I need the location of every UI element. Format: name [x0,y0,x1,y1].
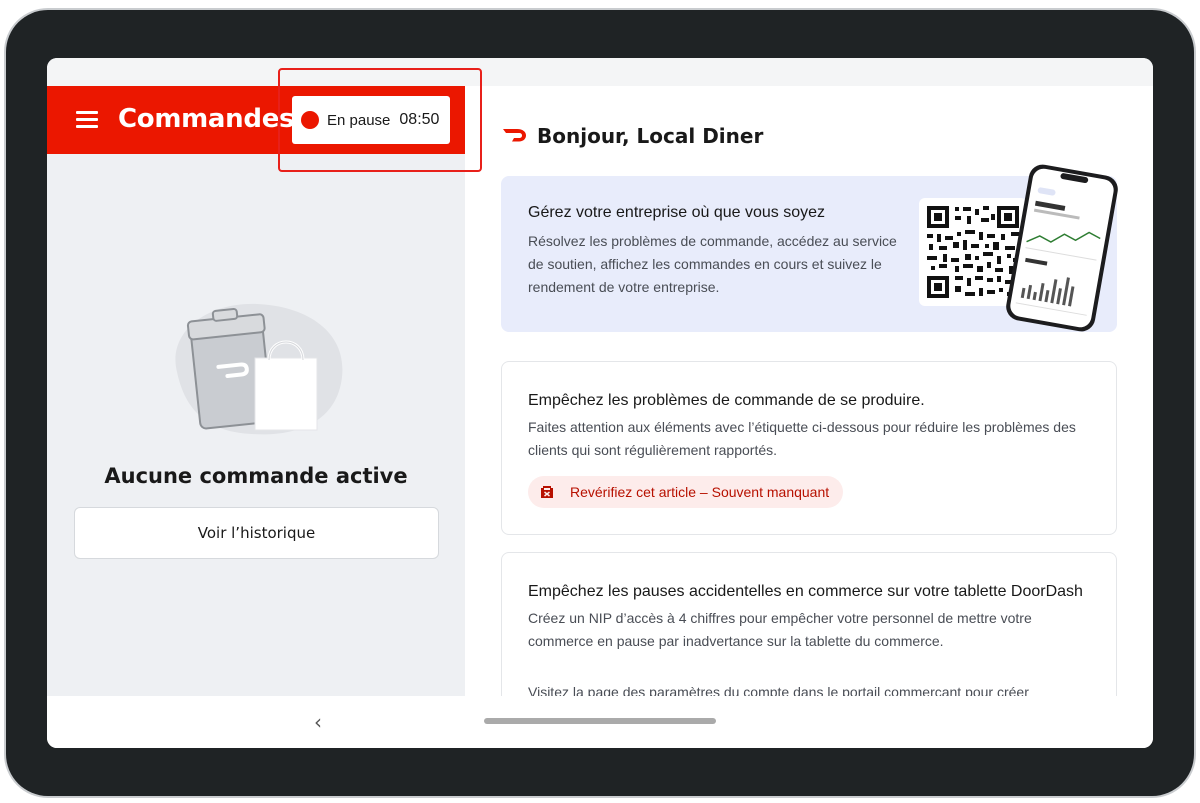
promo-title: Gérez votre entreprise où que vous soyez [528,204,826,221]
orders-panel: Commandes En pause 08:50 Aucune commande… [47,86,465,696]
card-title: Empêchez les pauses accidentelles en com… [528,583,1083,600]
chevron-left-icon[interactable]: ‹ [314,710,322,734]
status-strip [47,58,1153,86]
doordash-logo-icon [503,129,526,142]
phone-illustration [1006,164,1118,332]
empty-bag-illustration [175,303,343,435]
home-panel: Bonjour, Local Diner Gérez votre entrepr… [465,86,1153,696]
merchant-app-promo-card[interactable]: Gérez votre entreprise où que vous soyez… [501,164,1118,332]
hamburger-icon[interactable] [76,111,98,128]
tag-label: Revérifiez cet article – Souvent manquan… [570,484,830,500]
promo-body: Résolvez les problèmes de commande, accé… [528,233,897,295]
pause-timer: 08:50 [399,111,440,128]
card-title: Empêchez les problèmes de commande de se… [528,392,925,409]
app-screen: Commandes En pause 08:50 Aucune commande… [47,58,1153,748]
home-handle[interactable] [484,718,716,724]
pause-label: En pause [327,111,391,129]
pause-status-button[interactable]: En pause 08:50 [292,96,450,144]
card-body-extra: Visitez la page des paramètres du compte… [528,684,1029,696]
orders-header: Commandes En pause 08:50 [47,86,465,154]
greeting-title: Bonjour, Local Diner [537,124,764,148]
alert-badge-icon [541,486,553,498]
recheck-item-tag: Revérifiez cet article – Souvent manquan… [528,476,844,508]
empty-state-title: Aucune commande active [104,464,408,488]
card-body: Faites attention aux éléments avec l’éti… [528,419,1076,458]
card-body: Créez un NIP d’accès à 4 chiffres pour e… [528,610,1032,649]
view-history-button[interactable]: Voir l’historique [74,507,439,559]
order-issues-card: Empêchez les problèmes de commande de se… [501,361,1117,535]
status-dot-icon [301,111,319,129]
system-nav-bar: ‹ [47,696,1153,748]
page-title: Commandes [118,104,295,134]
pause-protection-card: Empêchez les pauses accidentelles en com… [501,552,1117,696]
